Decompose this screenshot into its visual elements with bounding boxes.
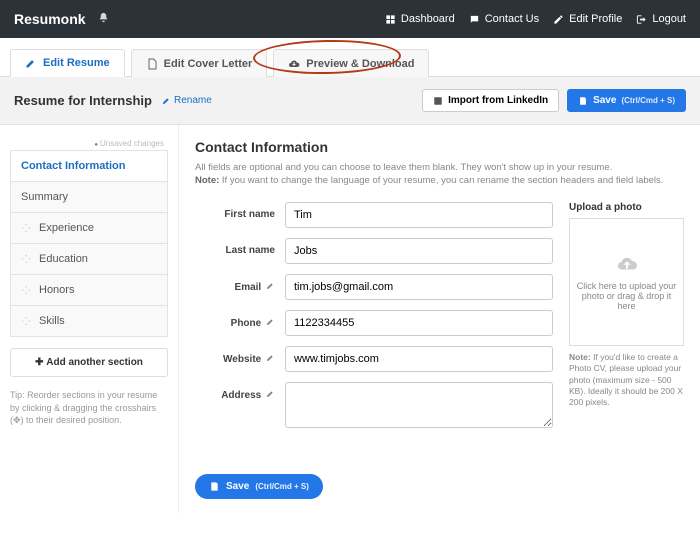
dropzone-text: Click here to upload your photo or drag … bbox=[576, 281, 677, 311]
main-tabs: Edit Resume Edit Cover Letter Preview & … bbox=[0, 38, 700, 77]
tab-edit-resume[interactable]: Edit Resume bbox=[10, 49, 125, 77]
logout-icon bbox=[636, 14, 647, 25]
sidebar-item-label: Contact Information bbox=[21, 160, 126, 172]
tab-edit-resume-label: Edit Resume bbox=[43, 57, 110, 69]
photo-note-label: Note: bbox=[569, 352, 591, 362]
sidebar-item-experience[interactable]: Experience bbox=[10, 212, 168, 244]
form-area: First name Last name Email Phone Website bbox=[195, 202, 684, 438]
help-text: All fields are optional and you can choo… bbox=[195, 161, 684, 188]
first-name-input[interactable] bbox=[285, 202, 553, 228]
drag-icon[interactable] bbox=[21, 285, 31, 295]
fields: First name Last name Email Phone Website bbox=[195, 202, 553, 438]
pencil-icon[interactable] bbox=[266, 317, 275, 326]
label-address: Address bbox=[195, 382, 285, 401]
tab-preview-download[interactable]: Preview & Download bbox=[273, 49, 429, 77]
pencil-icon[interactable] bbox=[266, 389, 275, 398]
resume-title: Resume for Internship bbox=[14, 93, 152, 108]
sidebar-item-label: Summary bbox=[21, 191, 68, 203]
nav-logout[interactable]: Logout bbox=[636, 13, 686, 25]
save-shortcut: (Ctrl/Cmd + S) bbox=[255, 482, 309, 491]
chat-icon bbox=[469, 14, 480, 25]
photo-heading: Upload a photo bbox=[569, 202, 684, 213]
label-email: Email bbox=[195, 274, 285, 293]
drag-icon[interactable] bbox=[21, 223, 31, 233]
top-bar: Resumonk Dashboard Contact Us Edit Profi… bbox=[0, 0, 700, 38]
linkedin-icon bbox=[433, 96, 443, 106]
help-line-2: If you want to change the language of yo… bbox=[222, 175, 664, 186]
photo-note: Note: If you'd like to create a Photo CV… bbox=[569, 352, 684, 409]
address-input[interactable] bbox=[285, 382, 553, 428]
import-linkedin-button[interactable]: Import from LinkedIn bbox=[422, 89, 559, 112]
photo-column: Upload a photo Click here to upload your… bbox=[569, 202, 684, 438]
help-line-1: All fields are optional and you can choo… bbox=[195, 162, 612, 173]
nav-dashboard[interactable]: Dashboard bbox=[385, 13, 455, 25]
save-label: Save bbox=[226, 481, 249, 492]
pencil-icon bbox=[553, 14, 564, 25]
sidebar-item-honors[interactable]: Honors bbox=[10, 274, 168, 306]
nav-logout-label: Logout bbox=[652, 13, 686, 25]
sidebar-item-summary[interactable]: Summary bbox=[10, 181, 168, 213]
phone-input[interactable] bbox=[285, 310, 553, 336]
save-button-bottom[interactable]: Save (Ctrl/Cmd + S) bbox=[195, 474, 323, 499]
nav-edit-profile[interactable]: Edit Profile bbox=[553, 13, 622, 25]
section-heading: Contact Information bbox=[195, 139, 684, 155]
add-section-label: Add another section bbox=[46, 357, 143, 368]
sidebar-item-skills[interactable]: Skills bbox=[10, 305, 168, 337]
sidebar-item-contact[interactable]: Contact Information bbox=[10, 150, 168, 182]
sidebar-item-education[interactable]: Education bbox=[10, 243, 168, 275]
sidebar-item-label: Experience bbox=[39, 222, 94, 234]
tab-edit-cover-label: Edit Cover Letter bbox=[164, 58, 253, 70]
tab-preview-label: Preview & Download bbox=[306, 58, 414, 70]
drag-icon[interactable] bbox=[21, 254, 31, 264]
photo-dropzone[interactable]: Click here to upload your photo or drag … bbox=[569, 218, 684, 346]
nav-contact[interactable]: Contact Us bbox=[469, 13, 539, 25]
nav-edit-profile-label: Edit Profile bbox=[569, 13, 622, 25]
top-nav: Dashboard Contact Us Edit Profile Logout bbox=[385, 13, 686, 25]
website-input[interactable] bbox=[285, 346, 553, 372]
cloud-download-icon bbox=[288, 58, 300, 70]
nav-dashboard-label: Dashboard bbox=[401, 13, 455, 25]
sidebar-item-label: Skills bbox=[39, 315, 65, 327]
label-website: Website bbox=[195, 346, 285, 365]
save-shortcut: (Ctrl/Cmd + S) bbox=[621, 96, 675, 105]
cloud-upload-icon bbox=[614, 253, 640, 275]
email-input[interactable] bbox=[285, 274, 553, 300]
document-icon bbox=[146, 58, 158, 70]
import-linkedin-label: Import from LinkedIn bbox=[448, 95, 548, 106]
pencil-icon[interactable] bbox=[266, 281, 275, 290]
body: Unsaved changes Contact Information Summ… bbox=[0, 125, 700, 513]
brand-logo[interactable]: Resumonk bbox=[14, 11, 86, 27]
tab-edit-cover-letter[interactable]: Edit Cover Letter bbox=[131, 49, 268, 77]
main-panel: Contact Information All fields are optio… bbox=[178, 125, 700, 513]
nav-contact-label: Contact Us bbox=[485, 13, 539, 25]
sidebar-item-label: Education bbox=[39, 253, 88, 265]
rename-label: Rename bbox=[174, 95, 212, 106]
pencil-icon[interactable] bbox=[266, 353, 275, 362]
dashboard-icon bbox=[385, 14, 396, 25]
label-phone: Phone bbox=[195, 310, 285, 329]
drag-icon[interactable] bbox=[21, 316, 31, 326]
save-icon bbox=[578, 96, 588, 106]
page-header: Resume for Internship Rename Import from… bbox=[0, 77, 700, 125]
sidebar-item-label: Honors bbox=[39, 284, 74, 296]
last-name-input[interactable] bbox=[285, 238, 553, 264]
save-icon bbox=[209, 481, 220, 492]
unsaved-badge: Unsaved changes bbox=[10, 137, 168, 150]
sidebar: Unsaved changes Contact Information Summ… bbox=[0, 125, 178, 513]
edit-icon bbox=[25, 57, 37, 69]
reorder-tip: Tip: Reorder sections in your resume by … bbox=[10, 389, 168, 427]
save-label: Save bbox=[593, 95, 616, 106]
rename-link[interactable]: Rename bbox=[162, 95, 212, 106]
pencil-icon bbox=[162, 96, 171, 105]
label-first-name: First name bbox=[195, 202, 285, 220]
notifications-icon[interactable] bbox=[98, 12, 109, 26]
save-button-top[interactable]: Save (Ctrl/Cmd + S) bbox=[567, 89, 686, 112]
help-note-label: Note: bbox=[195, 175, 219, 186]
label-last-name: Last name bbox=[195, 238, 285, 256]
add-section-button[interactable]: ✚ Add another section bbox=[10, 348, 168, 377]
